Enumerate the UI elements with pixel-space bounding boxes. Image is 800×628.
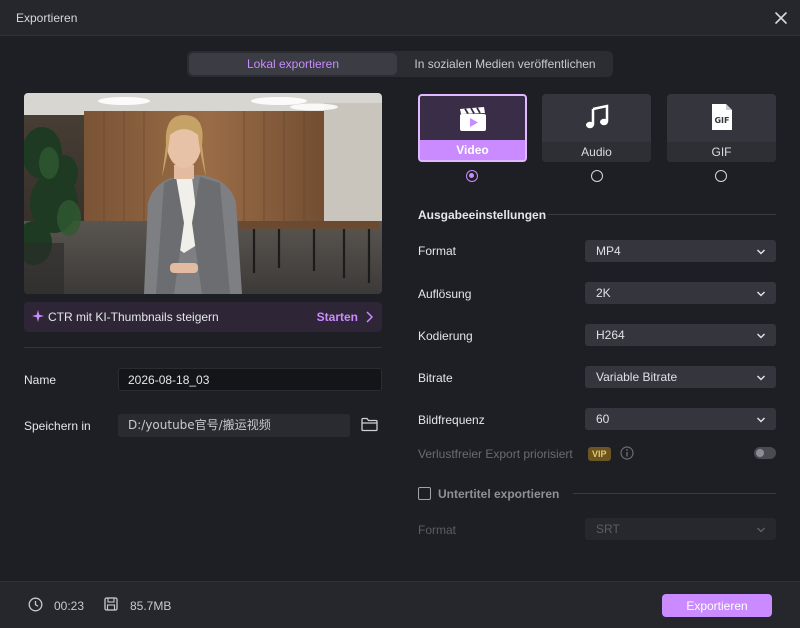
encoding-select[interactable]: H264 <box>585 324 776 346</box>
export-type-video[interactable]: Video <box>418 94 527 162</box>
footer-bar: 00:23 85.7MB Exportieren <box>0 581 800 628</box>
chevron-right-icon <box>365 311 374 326</box>
subtitle-export-checkbox[interactable] <box>418 487 431 500</box>
bitrate-label: Bitrate <box>418 371 453 385</box>
subtitle-divider <box>573 493 776 494</box>
radio-video[interactable] <box>466 170 478 182</box>
framerate-select[interactable]: 60 <box>585 408 776 430</box>
export-button[interactable]: Exportieren <box>662 594 772 617</box>
lossless-export-label: Verlustfreier Export priorisiert <box>418 447 573 461</box>
chevron-down-icon <box>756 414 766 428</box>
ctr-banner-text: CTR mit KI-Thumbnails steigern <box>48 310 219 324</box>
video-preview <box>24 93 382 294</box>
subtitle-format-label: Format <box>418 523 457 537</box>
lossless-toggle[interactable] <box>754 447 776 459</box>
format-label: Format <box>418 244 457 258</box>
chevron-down-icon <box>756 288 766 302</box>
tab-social-media[interactable]: In sozialen Medien veröffentlichen <box>399 53 611 75</box>
chevron-down-icon <box>756 372 766 386</box>
ctr-thumbnail-banner[interactable]: CTR mit KI-Thumbnails steigern Starten <box>24 302 382 332</box>
info-icon[interactable] <box>620 446 634 463</box>
export-mode-tabs: Lokal exportieren In sozialen Medien ver… <box>187 51 613 77</box>
left-divider <box>24 347 382 348</box>
section-divider <box>548 214 776 215</box>
resolution-label: Auflösung <box>418 287 472 301</box>
output-settings-title: Ausgabeeinstellungen <box>418 208 547 222</box>
chevron-down-icon <box>756 524 766 538</box>
chevron-down-icon <box>756 330 766 344</box>
vip-badge: VIP <box>588 447 611 461</box>
folder-icon[interactable] <box>361 417 378 435</box>
subtitle-format-value: SRT <box>596 522 620 536</box>
file-size-text: 85.7MB <box>130 599 172 613</box>
save-disk-icon <box>104 597 118 614</box>
sparkle-icon <box>32 310 44 325</box>
bitrate-value: Variable Bitrate <box>596 370 678 384</box>
export-type-gif-label: GIF <box>667 142 776 162</box>
format-select[interactable]: MP4 <box>585 240 776 262</box>
bitrate-select[interactable]: Variable Bitrate <box>585 366 776 388</box>
resolution-value: 2K <box>596 286 611 300</box>
video-clapper-icon <box>459 106 487 135</box>
export-type-audio-label: Audio <box>542 142 651 162</box>
title-bar: Exportieren <box>0 0 800 36</box>
export-type-video-label: Video <box>420 140 525 160</box>
encoding-value: H264 <box>596 328 625 342</box>
gif-icon: GIF <box>710 103 734 134</box>
window-title: Exportieren <box>16 11 78 25</box>
start-link[interactable]: Starten <box>317 310 358 324</box>
framerate-value: 60 <box>596 412 610 426</box>
filename-input[interactable] <box>118 368 382 391</box>
export-type-audio[interactable]: Audio <box>542 94 651 162</box>
close-icon[interactable] <box>770 7 792 29</box>
chevron-down-icon <box>756 246 766 260</box>
framerate-label: Bildfrequenz <box>418 413 485 427</box>
save-path-field[interactable]: D:/youtube官号/搬运视频 <box>118 414 350 437</box>
format-value: MP4 <box>596 244 621 258</box>
name-label: Name <box>24 373 57 387</box>
svg-text:GIF: GIF <box>714 116 729 125</box>
music-note-icon <box>584 103 610 133</box>
subtitle-format-select: SRT <box>585 518 776 540</box>
encoding-label: Kodierung <box>418 329 473 343</box>
save-location-label: Speichern in <box>24 419 91 433</box>
radio-gif[interactable] <box>715 170 727 182</box>
clock-icon <box>28 597 43 615</box>
radio-audio[interactable] <box>591 170 603 182</box>
subtitle-export-label: Untertitel exportieren <box>438 487 560 501</box>
resolution-select[interactable]: 2K <box>585 282 776 304</box>
export-type-gif[interactable]: GIF GIF <box>667 94 776 162</box>
tab-local-export[interactable]: Lokal exportieren <box>189 53 397 75</box>
duration-text: 00:23 <box>54 599 85 613</box>
